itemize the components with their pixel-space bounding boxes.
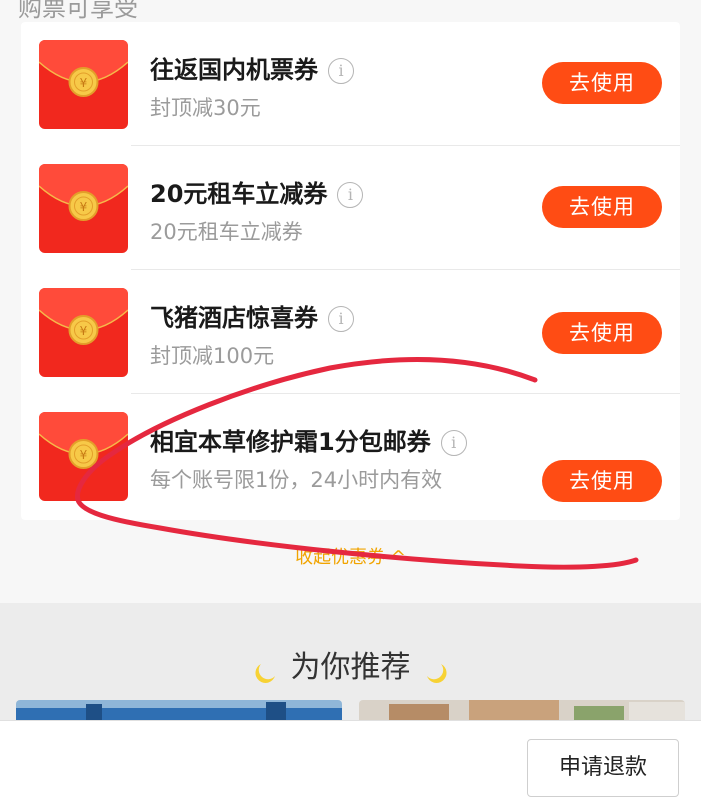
chevron-up-icon: ^ (390, 547, 406, 568)
coupon-item: ¥ 20元租车立减券 i 20元租车立减券 去使用 (21, 146, 680, 270)
coupon-panel: 购票可享受 ¥ 往返国内机票券 i 封顶减30元 去使用 ¥ 20元租车立减券 … (0, 0, 701, 603)
info-icon[interactable]: i (337, 182, 364, 208)
use-coupon-button[interactable]: 去使用 (542, 186, 662, 228)
red-envelope-icon: ¥ (39, 412, 128, 501)
coupon-title: 往返国内机票券 i (150, 50, 354, 85)
yuan-glyph: ¥ (80, 76, 88, 90)
coupon-title: 飞猪酒店惊喜券 i (150, 298, 354, 333)
coupon-card: ¥ 往返国内机票券 i 封顶减30元 去使用 ¥ 20元租车立减券 i 20元租车立… (21, 22, 680, 520)
use-coupon-button[interactable]: 去使用 (542, 62, 662, 104)
red-envelope-icon: ¥ (39, 164, 128, 253)
coupon-subtitle: 每个账号限1份，24小时内有效 (150, 468, 443, 492)
collapse-coupons-link[interactable]: 收起优惠券 ^ (0, 543, 701, 569)
red-envelope-icon: ¥ (39, 288, 128, 377)
moon-icon (426, 663, 447, 683)
coupon-item: ¥ 往返国内机票券 i 封顶减30元 去使用 (21, 22, 680, 146)
moon-icon (254, 663, 275, 683)
coupon-subtitle: 封顶减100元 (150, 344, 275, 368)
info-icon[interactable]: i (328, 58, 354, 84)
coupon-title: 20元租车立减券 i (150, 174, 364, 209)
recommend-title: 为你推荐 (290, 650, 411, 685)
coupon-subtitle: 20元租车立减券 (150, 220, 303, 244)
coupon-title: 相宜本草修护霜1分包邮券 i (150, 422, 467, 457)
info-icon[interactable]: i (440, 430, 467, 456)
yuan-glyph: ¥ (80, 448, 88, 462)
collapse-label: 收起优惠券 (295, 547, 386, 568)
coupon-item: ¥ 相宜本草修护霜1分包邮券 i 每个账号限1份，24小时内有效 去使用 (21, 394, 680, 518)
recommend-header: 为你推荐 (0, 628, 701, 698)
apply-refund-button[interactable]: 申请退款 (527, 739, 679, 797)
yuan-glyph: ¥ (80, 200, 88, 214)
use-coupon-button[interactable]: 去使用 (542, 460, 662, 502)
coupon-subtitle: 封顶减30元 (150, 96, 261, 120)
section-heading-partial: 购票可享受 (18, 0, 138, 22)
yuan-glyph: ¥ (80, 324, 88, 338)
bottom-action-bar: 申请退款 (0, 720, 701, 801)
coupon-item: ¥ 飞猪酒店惊喜券 i 封顶减100元 去使用 (21, 270, 680, 394)
use-coupon-button[interactable]: 去使用 (542, 312, 662, 354)
red-envelope-icon: ¥ (39, 40, 128, 129)
info-icon[interactable]: i (328, 306, 354, 332)
